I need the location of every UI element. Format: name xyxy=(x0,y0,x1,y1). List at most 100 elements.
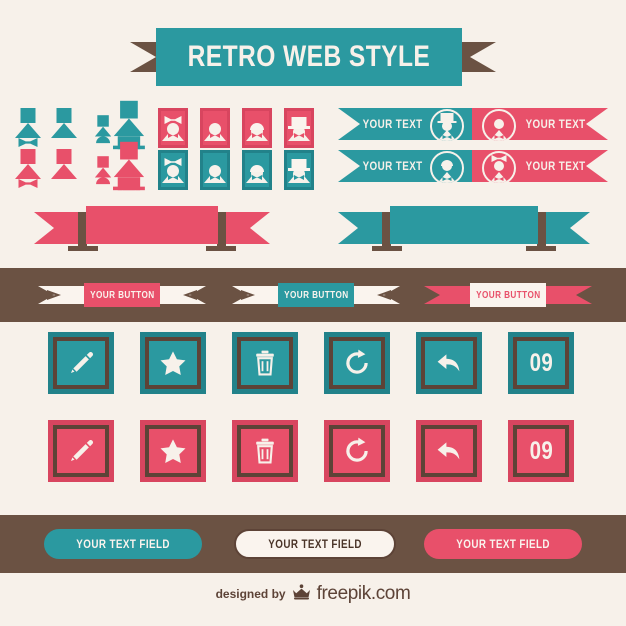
avatar-head xyxy=(97,115,109,127)
big-banner-group xyxy=(0,206,626,258)
avatar-badge-girl[interactable] xyxy=(158,150,188,190)
text-ribbon[interactable]: YOUR TEXT xyxy=(338,108,476,143)
banner-fold-foot-left xyxy=(372,246,402,251)
icon-button-star[interactable] xyxy=(140,332,206,394)
avatar-badge-hat-man[interactable] xyxy=(284,108,314,148)
avatar-glyph-group xyxy=(15,100,168,198)
icon-button-pencil[interactable] xyxy=(48,420,114,482)
footer-attribution: designed by freepik.com xyxy=(0,583,626,605)
title-banner: RETRO WEB STYLE xyxy=(0,28,626,86)
avatar-head xyxy=(20,108,36,123)
avatar-body xyxy=(15,164,41,179)
avatar-body xyxy=(204,128,226,141)
button-ribbon[interactable]: YOUR BUTTON xyxy=(38,283,206,307)
avatar-medallion-girl[interactable] xyxy=(482,151,516,185)
page-title: RETRO WEB STYLE xyxy=(187,40,431,73)
text-field-label: YOUR TEXT FIELD xyxy=(456,537,550,551)
button-core[interactable]: YOUR BUTTON xyxy=(470,283,546,307)
icon-button-refresh[interactable] xyxy=(324,420,390,482)
hat-brim xyxy=(288,168,310,171)
button-glyph: 09 xyxy=(508,332,574,394)
badge-figure xyxy=(245,157,269,183)
avatar-body xyxy=(437,130,457,141)
button-ribbon[interactable]: YOUR BUTTON xyxy=(424,283,592,307)
badge-inner xyxy=(203,153,227,187)
designed-by-label: designed by xyxy=(215,587,286,601)
text-ribbon[interactable]: YOUR TEXT xyxy=(472,150,608,185)
icon-button-refresh[interactable] xyxy=(324,332,390,394)
trash-icon xyxy=(256,350,274,376)
pencil-icon xyxy=(71,439,94,461)
cap-icon xyxy=(441,160,453,166)
badge-inner xyxy=(203,111,227,145)
ribbon-tail-left xyxy=(424,286,474,304)
avatar-head xyxy=(56,108,72,123)
button-glyph xyxy=(48,332,114,394)
cap-icon xyxy=(96,136,111,144)
text-field[interactable]: YOUR TEXT FIELD xyxy=(234,529,396,559)
banner-fold-foot-right xyxy=(526,246,556,251)
reply-icon xyxy=(437,442,460,460)
bow-icon xyxy=(18,138,38,147)
avatar-person xyxy=(51,108,98,148)
avatar-badge-kid[interactable] xyxy=(242,108,272,148)
button-label: YOUR BUTTON xyxy=(283,289,349,301)
cap-icon xyxy=(96,177,111,185)
avatar-medallion-person[interactable] xyxy=(482,109,516,143)
icon-button-trash[interactable] xyxy=(232,420,298,482)
banner-body xyxy=(86,206,218,244)
avatar-body xyxy=(288,128,310,141)
ribbon-tail-right xyxy=(542,286,592,304)
avatar-medallion-hat-man[interactable] xyxy=(430,109,464,143)
avatar-badge-person[interactable] xyxy=(200,108,230,148)
button-glyph xyxy=(140,420,206,482)
text-field-group: YOUR TEXT FIELD YOUR TEXT FIELD YOUR TEXT … xyxy=(0,515,626,573)
icon-button-pencil[interactable] xyxy=(48,332,114,394)
icon-button-reply[interactable] xyxy=(416,332,482,394)
banner-fold-right xyxy=(537,212,546,246)
avatar-badge-girl[interactable] xyxy=(158,108,188,148)
big-banner[interactable] xyxy=(338,206,590,251)
star-icon xyxy=(160,439,186,463)
pencil-icon xyxy=(71,351,94,373)
avatar-badge-person[interactable] xyxy=(200,150,230,190)
avatar-head xyxy=(20,149,36,164)
button-group: YOUR BUTTON YOUR BUTTON YOUR BUTTON xyxy=(0,268,626,322)
button-label: YOUR BUTTON xyxy=(475,289,541,301)
avatar-badge-hat-man[interactable] xyxy=(284,150,314,190)
avatar-badge-kid[interactable] xyxy=(242,150,272,190)
icon-button-reply[interactable] xyxy=(416,420,482,482)
button-core[interactable]: YOUR BUTTON xyxy=(278,283,354,307)
refresh-icon xyxy=(346,437,368,462)
avatar-body xyxy=(162,170,184,183)
badge-inner xyxy=(287,111,311,145)
banner-fold-right xyxy=(217,212,226,246)
trash-icon xyxy=(256,438,274,464)
counter-value: 09 xyxy=(529,348,553,377)
text-ribbon-label: YOUR TEXT xyxy=(525,117,586,131)
refresh-icon xyxy=(346,349,368,374)
button-ribbon[interactable]: YOUR BUTTON xyxy=(232,283,400,307)
text-ribbon-label: YOUR TEXT xyxy=(362,117,423,131)
icon-button-counter[interactable]: 09 xyxy=(508,332,574,394)
ribbon-tail-right xyxy=(156,286,206,304)
icon-button-counter[interactable]: 09 xyxy=(508,420,574,482)
text-ribbon[interactable]: YOUR TEXT xyxy=(472,108,608,143)
title-plate: RETRO WEB STYLE xyxy=(156,28,462,86)
badge-figure xyxy=(287,157,311,183)
big-banner[interactable] xyxy=(34,206,270,251)
ribbon-tail-left xyxy=(38,286,88,304)
icon-button-star[interactable] xyxy=(140,420,206,482)
text-field[interactable]: YOUR TEXT FIELD xyxy=(44,529,202,559)
avatar-medallion-kid[interactable] xyxy=(430,151,464,185)
icon-button-trash[interactable] xyxy=(232,332,298,394)
text-field[interactable]: YOUR TEXT FIELD xyxy=(424,529,582,559)
button-glyph xyxy=(232,420,298,482)
cap-icon xyxy=(250,123,264,130)
button-glyph xyxy=(48,420,114,482)
crown-icon xyxy=(292,583,311,605)
avatar-body xyxy=(162,128,184,141)
button-core[interactable]: YOUR BUTTON xyxy=(84,283,160,307)
text-ribbon[interactable]: YOUR TEXT xyxy=(338,150,476,185)
banner-fold-foot-right xyxy=(206,246,236,251)
